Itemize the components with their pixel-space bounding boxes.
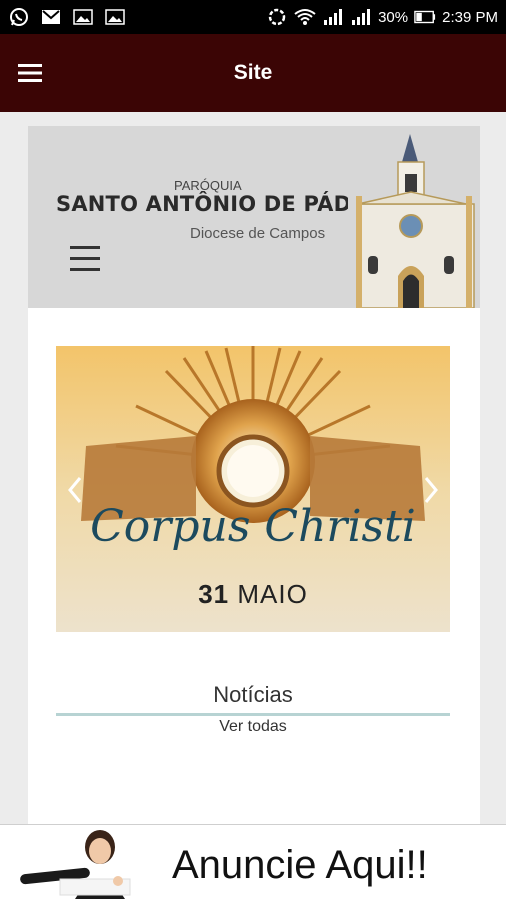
image-slider[interactable]: Corpus Christi 31 MAIO (56, 346, 450, 632)
see-all-news-link[interactable]: Ver todas (56, 718, 450, 736)
diocese-label: Diocese de Campos (190, 225, 326, 242)
whatsapp-icon (8, 6, 30, 28)
ad-person-image (20, 830, 131, 899)
image-icon (104, 6, 126, 28)
signal-icon (322, 6, 344, 28)
page-card: PARÓQUIA SANTO ANTÔNIO DE PÁDUA - RJ Dio… (28, 126, 480, 826)
ad-banner[interactable]: Anuncie Aqui!! (0, 824, 506, 900)
webview: PARÓQUIA SANTO ANTÔNIO DE PÁDUA - RJ Dio… (0, 112, 506, 826)
slide-date: 31 MAIO (56, 579, 450, 610)
church-illustration (348, 126, 480, 308)
chevron-left-icon[interactable] (64, 474, 86, 506)
gmail-icon (40, 6, 62, 28)
clock: 2:39 PM (442, 8, 498, 26)
hamburger-menu-icon (18, 64, 42, 82)
slide-date-day: 31 (198, 579, 230, 609)
chevron-right-icon[interactable] (420, 474, 442, 506)
battery-percent: 30% (378, 8, 409, 26)
news-divider (56, 713, 450, 716)
image-icon (72, 6, 94, 28)
battery-icon (414, 6, 436, 28)
wifi-icon (294, 6, 316, 28)
status-bar: 30% 2:39 PM (0, 0, 506, 34)
signal-icon (350, 6, 372, 28)
news-heading: Notícias (213, 682, 293, 707)
menu-button[interactable] (0, 34, 60, 112)
site-header-banner: PARÓQUIA SANTO ANTÔNIO DE PÁDUA - RJ Dio… (28, 126, 480, 308)
parish-label: PARÓQUIA (174, 178, 242, 193)
app-title: Site (233, 61, 273, 84)
slide-date-month: MAIO (237, 579, 308, 609)
ad-text: Anuncie Aqui!! (172, 843, 428, 887)
slide-title: Corpus Christi (90, 501, 416, 552)
app-bar: Site (0, 34, 506, 112)
site-menu-icon[interactable] (68, 242, 102, 276)
sync-icon (266, 6, 288, 28)
